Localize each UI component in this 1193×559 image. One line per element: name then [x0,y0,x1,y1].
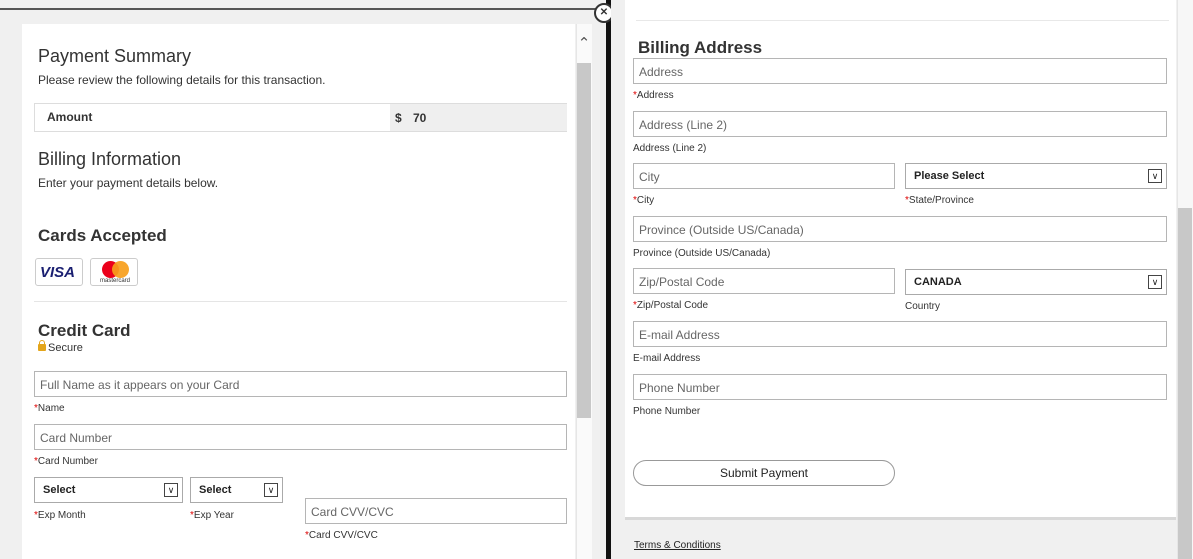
credit-card-title: Credit Card [38,321,131,340]
chevron-down-icon: ∨ [164,483,178,497]
mastercard-logo: mastercard [90,258,138,286]
payment-summary-subtitle: Please review the following details for … [38,73,326,87]
exp-month-label: *Exp Month [34,510,86,521]
state-province-label: *State/Province [905,195,974,206]
section-divider [34,301,567,302]
zip-code-input[interactable]: Zip/Postal Code [633,268,895,294]
address-line2-input[interactable]: Address (Line 2) [633,111,1167,137]
lock-icon [38,340,46,351]
billing-information-title: Billing Information [38,149,182,169]
chevron-up-icon[interactable]: ⌃ [576,34,592,54]
card-number-label: *Card Number [34,456,98,467]
card-number-input[interactable]: Card Number [34,424,567,450]
amount-label: Amount [47,110,93,124]
mastercard-yellow-circle [112,261,129,278]
state-province-value: Please Select [914,170,985,182]
address-label: *Address [633,90,674,101]
left-scrollbar-thumb[interactable] [577,63,591,418]
phone-label: Phone Number [633,406,701,417]
exp-year-label: *Exp Year [190,510,234,521]
chevron-down-icon: ∨ [264,483,278,497]
exp-month-value: Select [43,484,76,496]
exp-year-value: Select [199,484,232,496]
amount-value: 70 [413,111,427,125]
city-input[interactable]: City [633,163,895,189]
visa-logo-text: VISA [40,264,76,281]
secure-indicator: Secure [38,340,83,354]
cardholder-name-label: *Name [34,403,65,414]
zip-code-label: *Zip/Postal Code [633,300,709,311]
email-input[interactable]: E-mail Address [633,321,1167,347]
terms-conditions-link[interactable]: Terms & Conditions [634,540,721,551]
city-label: *City [633,195,655,206]
visa-logo: VISA [35,258,83,286]
payment-summary-title: Payment Summary [38,46,192,66]
exp-year-select[interactable]: Select ∨ [190,477,283,503]
cards-accepted-title: Cards Accepted [38,226,167,245]
address-input[interactable]: Address [633,58,1167,84]
address-line2-label: Address (Line 2) [633,143,707,154]
email-label: E-mail Address [633,353,701,364]
cardholder-name-input[interactable]: Full Name as it appears on your Card [34,371,567,397]
chevron-down-icon: ∨ [1148,169,1162,183]
province-outside-label: Province (Outside US/Canada) [633,248,771,259]
chevron-down-icon: ∨ [1148,275,1162,289]
phone-input[interactable]: Phone Number [633,374,1167,400]
billing-address-title: Billing Address [638,38,763,57]
country-value: CANADA [914,276,962,288]
amount-row: Amount $ 70 [34,103,567,132]
state-province-select[interactable]: Please Select ∨ [905,163,1167,189]
card-cvv-input[interactable]: Card CVV/CVC [305,498,567,524]
card-cvv-label: *Card CVV/CVC [305,530,378,541]
currency-symbol: $ [395,111,402,125]
submit-payment-button[interactable]: Submit Payment [633,460,895,486]
country-select[interactable]: CANADA ∨ [905,269,1167,295]
exp-month-select[interactable]: Select ∨ [34,477,183,503]
billing-information-subtitle: Enter your payment details below. [38,176,219,190]
mastercard-logo-text: mastercard [99,278,130,284]
section-divider [636,20,1169,21]
panel-top-border [0,8,600,10]
right-scrollbar-thumb[interactable] [1178,208,1192,559]
secure-label: Secure [48,342,83,354]
province-outside-input[interactable]: Province (Outside US/Canada) [633,216,1167,242]
country-label: Country [905,301,941,312]
